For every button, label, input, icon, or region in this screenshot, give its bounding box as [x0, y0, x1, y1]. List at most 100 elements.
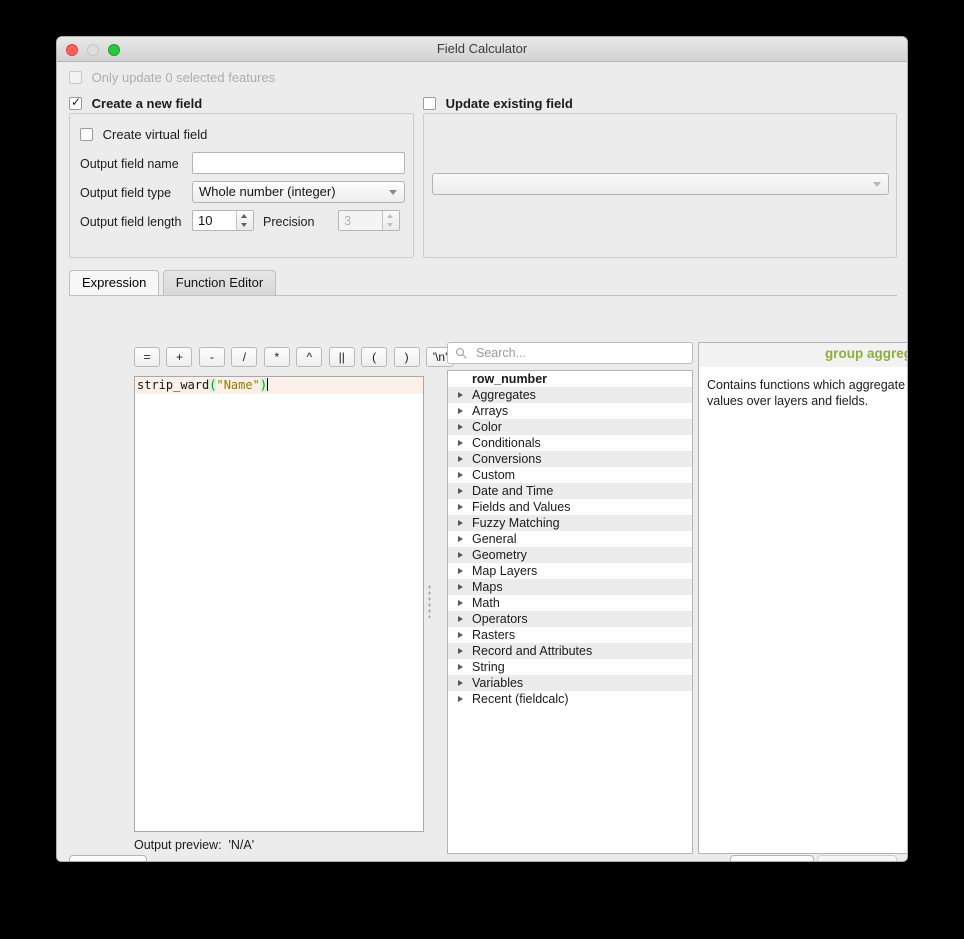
tab-function-editor[interactable]: Function Editor	[162, 270, 277, 295]
function-tree[interactable]: row_number Aggregates Arrays Color Condi…	[447, 370, 693, 854]
tree-item-recent-fieldcalc[interactable]: Recent (fieldcalc)	[448, 691, 692, 707]
tree-item-operators[interactable]: Operators	[448, 611, 692, 627]
output-field-name-input[interactable]	[192, 152, 405, 174]
tree-item-date-and-time[interactable]: Date and Time	[448, 483, 692, 499]
output-field-length-stepper[interactable]: 10	[192, 210, 254, 231]
tree-item-conditionals[interactable]: Conditionals	[448, 435, 692, 451]
chevron-right-icon[interactable]	[458, 456, 463, 462]
chevron-right-icon[interactable]	[458, 616, 463, 622]
tree-item-label: Fuzzy Matching	[472, 516, 560, 530]
chevron-right-icon[interactable]	[458, 552, 463, 558]
tree-item-label: Recent (fieldcalc)	[472, 692, 569, 706]
tree-item-fields-and-values[interactable]: Fields and Values	[448, 499, 692, 515]
chevron-right-icon[interactable]	[458, 504, 463, 510]
cancel-button[interactable]: Cancel	[730, 855, 814, 861]
tree-item-general[interactable]: General	[448, 531, 692, 547]
chevron-right-icon[interactable]	[458, 664, 463, 670]
tree-item-aggregates[interactable]: Aggregates	[448, 387, 692, 403]
search-placeholder: Search...	[476, 346, 527, 360]
tree-item-custom[interactable]: Custom	[448, 467, 692, 483]
operator-button-minus[interactable]: -	[198, 347, 225, 367]
create-virtual-field-checkbox-row[interactable]: Create virtual field	[80, 127, 207, 142]
update-existing-field-checkbox-row[interactable]: Update existing field	[423, 96, 573, 111]
chevron-right-icon[interactable]	[458, 440, 463, 446]
tree-item-maps[interactable]: Maps	[448, 579, 692, 595]
operator-button-concat[interactable]: ||	[328, 347, 355, 367]
chevron-right-icon[interactable]	[458, 600, 463, 606]
tree-item-conversions[interactable]: Conversions	[448, 451, 692, 467]
search-input[interactable]: Search...	[447, 342, 693, 364]
operator-button-power[interactable]: ^	[296, 347, 323, 367]
splitter-handle-left[interactable]	[425, 347, 434, 854]
operator-button-divide[interactable]: /	[231, 347, 258, 367]
expression-function-token: strip_ward	[137, 378, 210, 392]
create-new-field-checkbox-row[interactable]: Create a new field	[69, 95, 202, 111]
tree-item-math[interactable]: Math	[448, 595, 692, 611]
tree-item-label: General	[472, 532, 517, 546]
tree-item-label: Operators	[472, 612, 528, 626]
chevron-right-icon[interactable]	[458, 696, 463, 702]
output-field-name-label: Output field name	[80, 157, 179, 171]
tree-item-variables[interactable]: Variables	[448, 675, 692, 691]
tree-item-fuzzy-matching[interactable]: Fuzzy Matching	[448, 515, 692, 531]
help-button[interactable]: Help	[69, 855, 147, 861]
operator-button-bar: = + - / * ^ || ( ) '\n'	[134, 347, 456, 367]
help-heading: group aggregates	[699, 343, 907, 367]
chevron-down-icon[interactable]	[387, 223, 393, 227]
ok-button[interactable]: OK	[817, 855, 897, 861]
existing-field-combo[interactable]	[432, 173, 889, 195]
output-field-length-spin-buttons[interactable]	[236, 211, 253, 230]
operator-button-multiply[interactable]: *	[263, 347, 290, 367]
chevron-down-icon	[389, 190, 397, 195]
output-field-length-label: Output field length	[80, 215, 182, 229]
tree-item-rasters[interactable]: Rasters	[448, 627, 692, 643]
create-virtual-field-checkbox[interactable]	[80, 128, 93, 141]
chevron-right-icon[interactable]	[458, 648, 463, 654]
tree-item-arrays[interactable]: Arrays	[448, 403, 692, 419]
chevron-right-icon[interactable]	[458, 568, 463, 574]
update-existing-field-label: Update existing field	[445, 96, 573, 111]
output-field-type-combo[interactable]: Whole number (integer)	[192, 181, 405, 203]
operator-button-close-paren[interactable]: )	[393, 347, 420, 367]
chevron-down-icon[interactable]	[241, 223, 247, 227]
precision-stepper[interactable]: 3	[338, 210, 400, 231]
help-body-text: Contains functions which aggregate value…	[707, 378, 906, 408]
tree-item-record-and-attributes[interactable]: Record and Attributes	[448, 643, 692, 659]
update-existing-field-checkbox[interactable]	[423, 97, 436, 110]
tree-item-string[interactable]: String	[448, 659, 692, 675]
chevron-right-icon[interactable]	[458, 392, 463, 398]
operator-button-open-paren[interactable]: (	[361, 347, 388, 367]
precision-spin-buttons[interactable]	[382, 211, 399, 230]
chevron-right-icon[interactable]	[458, 520, 463, 526]
tree-item-label: row_number	[472, 372, 548, 386]
output-preview: Output preview: 'N/A'	[134, 838, 255, 852]
chevron-right-icon[interactable]	[458, 584, 463, 590]
chevron-right-icon[interactable]	[458, 680, 463, 686]
tree-item-map-layers[interactable]: Map Layers	[448, 563, 692, 579]
chevron-right-icon[interactable]	[458, 424, 463, 430]
chevron-up-icon[interactable]	[241, 214, 247, 218]
tree-item-label: Math	[472, 596, 500, 610]
tree-item-label: Aggregates	[472, 388, 536, 402]
chevron-right-icon[interactable]	[458, 472, 463, 478]
chevron-right-icon[interactable]	[458, 536, 463, 542]
expression-text-line[interactable]: strip_ward("Name")	[135, 377, 423, 394]
only-update-selected-checkbox-row[interactable]: Only update 0 selected features	[69, 70, 275, 85]
only-update-selected-checkbox[interactable]	[69, 71, 82, 84]
dialog-content: Only update 0 selected features Create a…	[57, 62, 907, 861]
operator-button-equals[interactable]: =	[134, 347, 160, 367]
tree-item-row-number[interactable]: row_number	[448, 371, 692, 387]
chevron-right-icon[interactable]	[458, 632, 463, 638]
window-title: Field Calculator	[436, 41, 528, 56]
expression-editor[interactable]: strip_ward("Name")	[134, 376, 424, 832]
chevron-right-icon[interactable]	[458, 408, 463, 414]
new-field-group: Create virtual field Output field name O…	[69, 113, 414, 258]
chevron-up-icon[interactable]	[387, 214, 393, 218]
tree-item-label: String	[472, 660, 505, 674]
tree-item-geometry[interactable]: Geometry	[448, 547, 692, 563]
create-new-field-checkbox[interactable]	[69, 95, 82, 110]
tree-item-color[interactable]: Color	[448, 419, 692, 435]
tab-expression[interactable]: Expression	[69, 270, 160, 295]
chevron-right-icon[interactable]	[458, 488, 463, 494]
operator-button-plus[interactable]: +	[166, 347, 193, 367]
